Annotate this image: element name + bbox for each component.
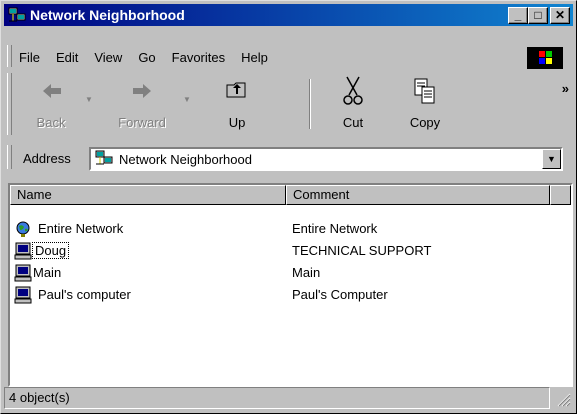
menu-help[interactable]: Help (233, 50, 276, 65)
up-label: Up (228, 115, 246, 130)
menu-view[interactable]: View (86, 50, 130, 65)
close-button[interactable]: ✕ (550, 7, 570, 24)
copy-button[interactable]: Copy (397, 73, 453, 135)
menu-go[interactable]: Go (130, 50, 163, 65)
network-neighborhood-icon (95, 150, 113, 169)
explorer-window: Network Neighborhood _ □ ✕ File Edit Vie… (0, 0, 577, 414)
list-item[interactable]: Main Main (10, 263, 550, 283)
address-dropdown-button[interactable]: ▼ (542, 149, 561, 169)
column-header-name[interactable]: Name (10, 185, 286, 205)
item-comment: Paul's Computer (292, 287, 388, 302)
forward-arrow-icon (131, 81, 153, 104)
back-label: Back (36, 115, 66, 130)
address-field[interactable]: Network Neighborhood ▼ (89, 147, 563, 171)
back-button[interactable]: Back (23, 73, 79, 135)
file-list[interactable]: Name Comment Entire Network Entire Netwo… (8, 183, 573, 387)
item-comment: TECHNICAL SUPPORT (292, 243, 432, 258)
status-text: 4 object(s) (4, 387, 550, 409)
scissors-icon (341, 75, 365, 110)
column-header-comment[interactable]: Comment (286, 185, 550, 205)
menu-edit[interactable]: Edit (48, 50, 86, 65)
globe-network-icon (14, 220, 32, 238)
item-name: Entire Network (38, 221, 124, 236)
up-button[interactable]: Up (209, 73, 265, 135)
forward-label: Forward (118, 115, 166, 130)
back-dropdown-icon[interactable]: ▼ (85, 95, 93, 104)
list-item[interactable]: Entire Network Entire Network (10, 219, 550, 239)
address-bar: Address Network Neighborhood ▼ (7, 143, 571, 173)
status-bar: 4 object(s) (4, 387, 573, 409)
forward-dropdown-icon[interactable]: ▼ (183, 95, 191, 104)
toolbar-more-chevron[interactable]: » (562, 81, 569, 96)
computer-icon (14, 242, 32, 260)
address-label: Address (23, 151, 71, 166)
maximize-button[interactable]: □ (528, 7, 548, 24)
menu-favorites[interactable]: Favorites (164, 50, 233, 65)
copy-label: Copy (409, 115, 441, 130)
copy-icon (413, 77, 437, 110)
item-name: Paul's computer (38, 287, 131, 302)
window-title: Network Neighborhood (30, 7, 185, 23)
menu-bar: File Edit View Go Favorites Help (7, 45, 571, 69)
menu-file[interactable]: File (11, 50, 48, 65)
computer-icon (14, 264, 32, 282)
item-comment: Main (292, 265, 321, 280)
item-name: Main (33, 265, 62, 280)
minimize-button[interactable]: _ (508, 7, 528, 24)
list-item[interactable]: Paul's computer Paul's Computer (10, 285, 550, 305)
forward-button[interactable]: Forward (107, 73, 177, 135)
column-header-filler (550, 185, 571, 205)
addressbar-grip[interactable] (7, 145, 12, 169)
up-folder-icon (225, 79, 249, 104)
toolbar-separator (309, 79, 311, 129)
computer-icon (14, 286, 32, 304)
item-comment: Entire Network (292, 221, 378, 236)
windows-logo-icon (527, 47, 563, 69)
cut-button[interactable]: Cut (325, 73, 381, 135)
toolbar-grip[interactable] (7, 73, 12, 135)
item-name: Doug (31, 242, 70, 259)
list-item[interactable]: Doug TECHNICAL SUPPORT (10, 241, 550, 261)
cut-label: Cut (342, 115, 364, 130)
standard-toolbar: Back ▼ Forward ▼ Up Cut Copy » (7, 73, 571, 139)
network-neighborhood-icon (8, 7, 26, 23)
menubar-grip[interactable] (7, 45, 12, 67)
title-bar[interactable]: Network Neighborhood _ □ ✕ (4, 4, 573, 26)
back-arrow-icon (41, 81, 63, 104)
address-value: Network Neighborhood (119, 151, 252, 167)
resize-grip-icon[interactable] (557, 393, 571, 407)
